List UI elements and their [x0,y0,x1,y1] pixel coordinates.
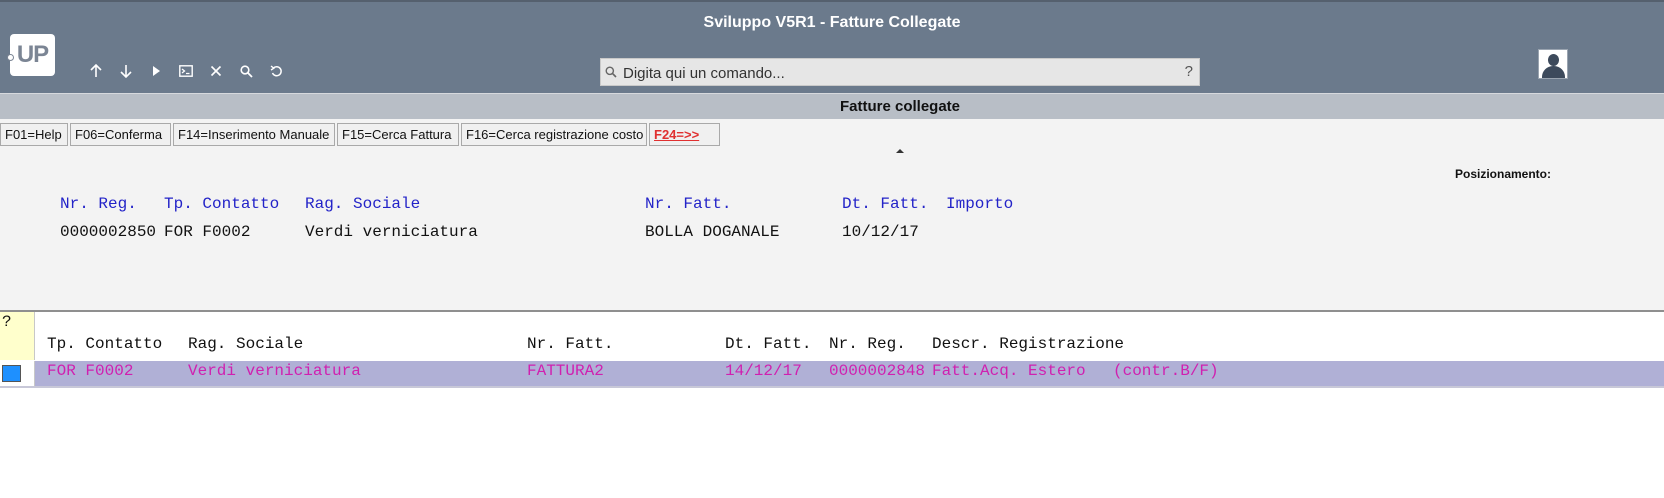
title-bar: Sviluppo V5R1 - Fatture Collegate UP ? [0,0,1664,93]
avatar-body [1542,66,1565,78]
cell-nr-fatt: FATTURA2 [527,362,604,380]
help-icon[interactable]: ? [1185,63,1193,80]
col-tp-contatto: Tp. Contatto [47,335,163,353]
f16-search-cost-registration-button[interactable]: F16=Cerca registrazione costo [461,123,647,146]
value-rag-sociale: Verdi verniciatura [305,223,478,241]
label-nr-reg: Nr. Reg. [60,195,137,213]
value-tp-contatto: FOR F0002 [164,223,251,241]
col-dt-fatt: Dt. Fatt. [725,335,812,353]
arrow-down-icon[interactable] [115,60,137,82]
window-title: Sviluppo V5R1 - Fatture Collegate [703,14,961,31]
cell-descr-registrazione: Fatt.Acq. Estero [932,362,1086,380]
label-importo: Importo [946,195,1014,213]
label-tp-contatto: Tp. Contatto [164,195,280,213]
positioning-label: Posizionamento: [1455,167,1552,181]
label-rag-sociale: Rag. Sociale [305,195,421,213]
col-nr-reg: Nr. Reg. [829,335,906,353]
selection-column-header: ? [0,312,35,360]
row-separator [0,386,1664,388]
search-icon [605,65,617,83]
f24-more-button[interactable]: F24=>> [649,123,720,146]
subtitle-bar: Fatture collegate [0,93,1664,119]
cell-rag-sociale: Verdi verniciatura [188,362,361,380]
play-icon[interactable] [145,60,167,82]
value-nr-reg: 0000002850 [60,223,157,241]
command-input[interactable] [621,61,1180,85]
cell-descr-extra: (contr.B/F) [1113,362,1219,380]
value-nr-fatt: BOLLA DOGANALE [645,223,780,241]
search-icon[interactable] [235,60,257,82]
f14-manual-insert-button[interactable]: F14=Inserimento Manuale [173,123,335,146]
value-dt-fatt: 10/12/17 [842,223,919,241]
arrow-up-icon[interactable] [85,60,107,82]
col-nr-fatt: Nr. Fatt. [527,335,614,353]
cell-nr-reg: 0000002848 [829,362,926,380]
app-logo: UP [7,34,55,76]
page-title: Fatture collegate [839,98,961,115]
selection-header-label: ? [2,313,12,331]
undo-icon[interactable] [265,60,287,82]
f01-help-button[interactable]: F01=Help [0,123,68,146]
command-box[interactable]: ? [600,58,1200,86]
header-panel: F01=Help F06=Conferma F14=Inserimento Ma… [0,119,1664,310]
section-divider [0,310,1664,312]
user-avatar-icon[interactable] [1538,49,1568,79]
row-select-checkbox[interactable] [2,365,21,382]
terminal-icon[interactable] [175,60,197,82]
label-dt-fatt: Dt. Fatt. [842,195,929,213]
avatar-head [1548,54,1559,66]
cell-tp-contatto: FOR F0002 [47,362,134,380]
col-rag-sociale: Rag. Sociale [188,335,304,353]
row-selector-cell[interactable] [0,361,35,387]
table-row[interactable]: FOR F0002 Verdi verniciatura FATTURA2 14… [0,361,1664,387]
f15-search-invoice-button[interactable]: F15=Cerca Fattura [337,123,459,146]
close-icon[interactable] [205,60,227,82]
f06-confirm-button[interactable]: F06=Conferma [70,123,171,146]
col-descr-registrazione: Descr. Registrazione [932,335,1125,353]
cell-dt-fatt: 14/12/17 [725,362,802,380]
label-nr-fatt: Nr. Fatt. [645,195,732,213]
caret-up-icon[interactable] [896,149,904,153]
